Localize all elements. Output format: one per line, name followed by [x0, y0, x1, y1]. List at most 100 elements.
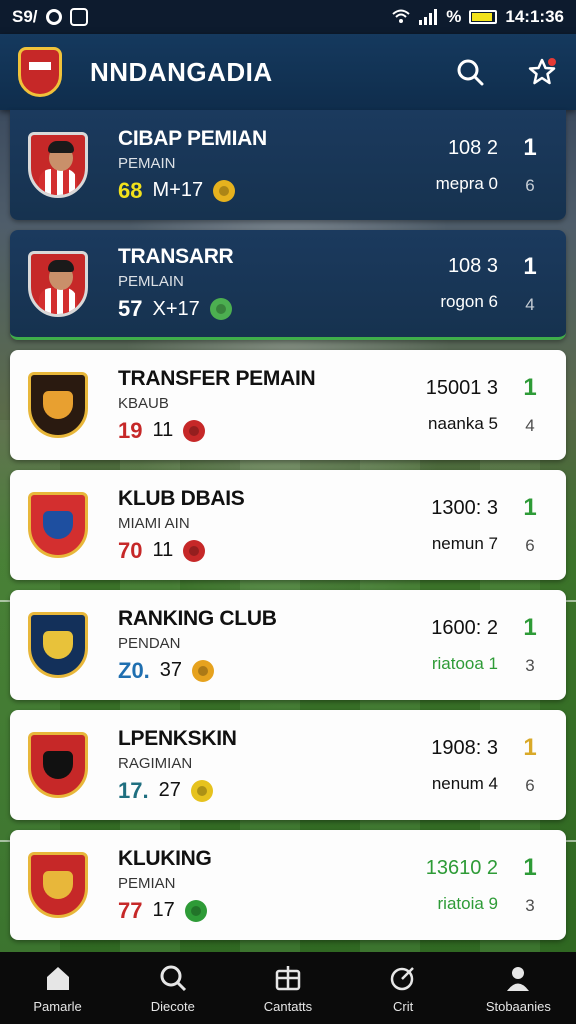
list-item[interactable]: LPENKSKIN RAGIMIAN 17. 27 1908: 3 nenum … — [10, 710, 566, 820]
signal-icon — [419, 9, 438, 25]
item-price-sub: nenum 4 — [431, 773, 498, 793]
search-icon — [158, 963, 188, 993]
item-extra: 11 — [152, 419, 174, 441]
battery-icon — [469, 10, 498, 24]
badge — [26, 490, 90, 560]
nav-item-chart[interactable]: Crit — [348, 963, 458, 1014]
badge — [26, 730, 90, 800]
item-name: LPENKSKIN — [118, 726, 237, 750]
item-extra: 27 — [158, 779, 181, 801]
item-rank: 1 — [523, 252, 537, 280]
app-notification-icon — [69, 8, 88, 26]
player-avatar-icon — [28, 132, 88, 198]
item-rank-sub: 4 — [525, 294, 535, 314]
item-rank: 1 — [523, 734, 537, 761]
nav-item-contacts[interactable]: Cantatts — [233, 963, 343, 1014]
coin-icon — [192, 659, 215, 682]
club-crest-icon — [28, 852, 88, 918]
nav-label: Cantatts — [263, 998, 313, 1014]
nav-label: Stobaanies — [485, 998, 551, 1014]
item-rating: 19 — [118, 417, 143, 443]
home-icon — [43, 963, 73, 993]
coin-icon — [183, 539, 206, 562]
item-rank: 1 — [523, 854, 537, 881]
list-item[interactable]: KLUKING PEMIAN 77 17 13610 2 riatoia 9 1… — [10, 830, 566, 940]
star-icon — [528, 58, 556, 85]
item-price: 15001 3 — [425, 376, 498, 399]
item-extra: 11 — [152, 539, 174, 561]
app-bar: NNDANGADIA — [0, 34, 576, 110]
contacts-icon — [273, 963, 303, 993]
app-title: NNDANGADIA — [90, 56, 273, 87]
search-icon — [457, 59, 484, 86]
nav-label: Pamarle — [33, 998, 82, 1014]
status-left-text: S9/ — [12, 7, 38, 26]
item-rank-sub: 4 — [525, 416, 535, 435]
item-subtitle: KBAUB — [118, 394, 169, 412]
list-item[interactable]: TRANSFER PEMAIN KBAUB 19 11 15001 3 naan… — [10, 350, 566, 460]
favorites-button[interactable] — [526, 56, 558, 88]
item-rating: 70 — [118, 537, 143, 563]
item-subtitle: PEMAIN — [118, 154, 176, 172]
item-subtitle: PEMLAIN — [118, 273, 184, 290]
item-subtitle: MIAMI AIN — [118, 514, 190, 532]
list-item[interactable]: TRANSARR PEMLAIN 57 X+17 108 3 rogon 6 1… — [10, 230, 566, 340]
search-button[interactable] — [454, 56, 486, 88]
coin-icon — [213, 179, 236, 202]
nav-item-profile[interactable]: Stobaanies — [463, 963, 573, 1014]
item-extra: 37 — [159, 659, 183, 681]
nav-item-search[interactable]: Diecote — [118, 963, 228, 1014]
coin-icon — [183, 419, 206, 442]
nav-label: Crit — [393, 998, 414, 1014]
item-price-sub: nemun 7 — [431, 533, 498, 553]
badge — [26, 249, 90, 319]
item-subtitle: RAGIMIAN — [118, 754, 193, 772]
coin-icon — [209, 298, 232, 320]
app-logo — [18, 47, 62, 97]
item-rating: 68 — [118, 177, 143, 203]
nav-item-home[interactable]: Pamarle — [3, 963, 113, 1014]
item-price: 108 2 — [447, 136, 498, 159]
item-rank-sub: 6 — [525, 536, 535, 555]
item-rank-sub: 6 — [525, 776, 535, 795]
club-crest-icon — [28, 492, 88, 558]
profile-icon — [503, 963, 533, 993]
item-price: 108 3 — [447, 255, 498, 277]
nav-label: Diecote — [150, 998, 195, 1014]
signal-text: % — [446, 7, 462, 26]
badge — [26, 370, 90, 440]
list-item[interactable]: CIBAP PEMIAN PEMAIN 68 M+17 108 2 mepra … — [10, 110, 566, 220]
club-crest-icon — [28, 372, 88, 438]
item-name: TRANSARR — [118, 245, 234, 268]
item-name: KLUB DBAIS — [118, 486, 245, 510]
item-price-sub: rogon 6 — [440, 292, 498, 311]
wifi-icon — [392, 9, 410, 23]
item-price-sub: mepra 0 — [435, 173, 498, 193]
item-rating: 17. — [118, 777, 149, 803]
status-bar: S9/ % 14:1:36 — [0, 0, 576, 34]
item-name: CIBAP PEMIAN — [118, 126, 267, 150]
item-price-sub: naanka 5 — [428, 413, 498, 433]
item-rank-sub: 6 — [525, 176, 535, 195]
item-rank-sub: 3 — [525, 896, 535, 915]
item-name: RANKING CLUB — [118, 606, 277, 630]
item-price: 1300: 3 — [431, 496, 498, 519]
item-price: 1908: 3 — [431, 736, 498, 759]
item-price: 13610 2 — [425, 856, 498, 879]
list-item[interactable]: KLUB DBAIS MIAMI AIN 70 11 1300: 3 nemun… — [10, 470, 566, 580]
list-item[interactable]: RANKING CLUB PENDAN Z0. 37 1600: 2 riato… — [10, 590, 566, 700]
badge — [26, 130, 90, 200]
item-price-sub: riatooa 1 — [431, 653, 498, 673]
chart-icon — [388, 963, 418, 993]
badge — [26, 610, 90, 680]
notification-icon — [45, 9, 62, 25]
item-rank: 1 — [523, 374, 537, 401]
item-rank: 1 — [523, 614, 537, 641]
item-name: KLUKING — [118, 846, 212, 870]
item-rating: Z0. — [118, 657, 150, 683]
item-rank-sub: 3 — [525, 656, 535, 675]
status-time: 14:1:36 — [505, 7, 564, 26]
club-crest-icon — [28, 612, 88, 678]
item-extra: 17 — [152, 899, 175, 921]
item-extra: X+17 — [152, 297, 200, 320]
